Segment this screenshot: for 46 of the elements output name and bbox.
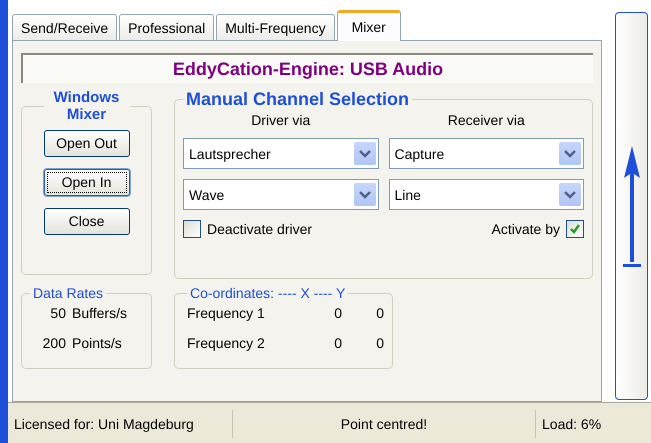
dropdown[interactable]: Line: [388, 179, 584, 210]
frequency-label: Frequency 1: [187, 305, 266, 321]
dropdown-button[interactable]: [559, 142, 581, 165]
rate-value: 50: [49, 305, 66, 321]
dropdown-button[interactable]: [559, 183, 581, 206]
y-value: 0: [375, 335, 384, 351]
chevron-down-icon: [564, 190, 576, 198]
checkbox[interactable]: [566, 220, 584, 238]
dropdown[interactable]: Capture: [388, 138, 584, 169]
status-text: Load: 6%: [541, 415, 602, 434]
status-text: Point centred!: [233, 410, 536, 438]
dropdown[interactable]: Lautsprecher: [183, 138, 378, 169]
group-title: Data Rates: [32, 285, 104, 301]
checkmark-icon: [569, 223, 581, 235]
checkbox-label: Deactivate driver: [207, 221, 312, 237]
chevron-down-icon: [358, 190, 370, 198]
status-text: Licensed for: Uni Magdeburg: [8, 410, 233, 438]
dropdown-button[interactable]: [354, 183, 376, 206]
mixer-button[interactable]: Close: [44, 208, 130, 234]
mixer-button[interactable]: Open Out: [44, 130, 130, 156]
rate-value: 200: [42, 335, 66, 351]
up-arrow-icon: [622, 144, 640, 268]
group-title: Manual Channel Selection: [185, 89, 410, 110]
checkbox[interactable]: [183, 220, 201, 238]
tab[interactable]: Multi-Frequency: [216, 14, 335, 40]
checkbox-label: Activate by: [492, 221, 560, 237]
column-header: Receiver via: [446, 112, 526, 128]
dropdown[interactable]: Wave: [183, 179, 378, 210]
rate-unit: Points/s: [72, 335, 123, 351]
chevron-down-icon: [358, 150, 370, 158]
y-value: 0: [375, 305, 384, 321]
dropdown-button[interactable]: [354, 142, 376, 165]
mixer-button[interactable]: Open In: [44, 168, 130, 196]
up-button[interactable]: [615, 12, 648, 400]
tab[interactable]: Professional: [119, 14, 214, 40]
rate-unit: Buffers/s: [72, 305, 127, 321]
tab[interactable]: Send/Receive: [12, 14, 118, 40]
device-title: EddyCation-Engine: USB Audio: [21, 53, 593, 83]
x-value: 0: [333, 335, 342, 351]
chevron-down-icon: [564, 150, 576, 158]
group-title: Windows Mixer: [52, 89, 120, 124]
column-header: Driver via: [250, 112, 312, 128]
group-title: Co-ordinates: ---- X ---- Y: [189, 285, 346, 301]
frequency-label: Frequency 2: [187, 335, 266, 351]
x-value: 0: [333, 305, 342, 321]
tab[interactable]: Mixer: [336, 10, 401, 41]
